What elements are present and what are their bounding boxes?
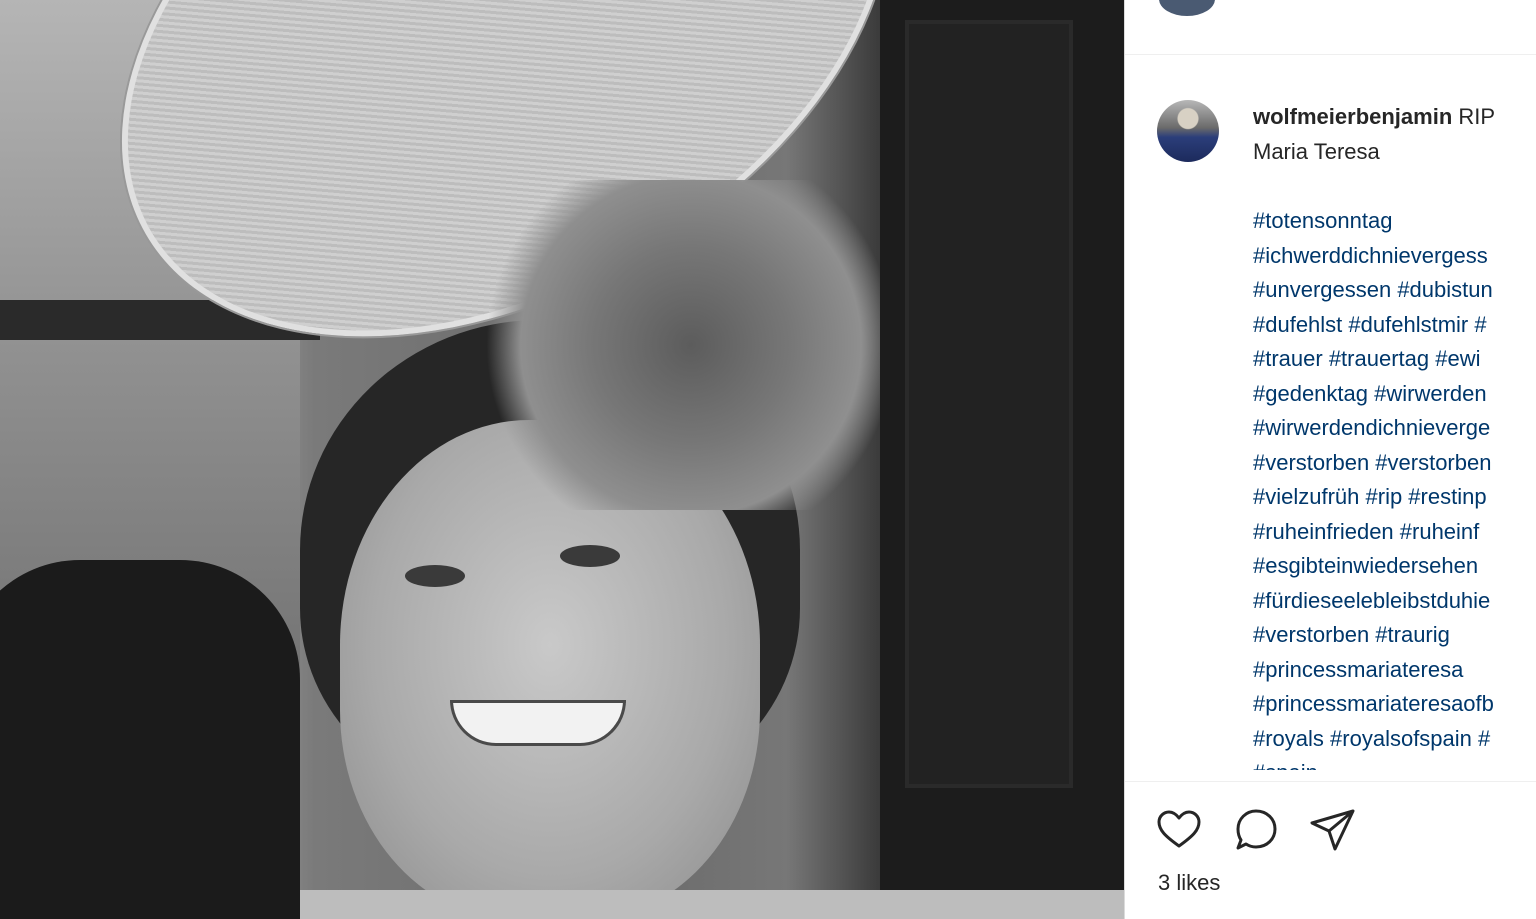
- post-photo[interactable]: [0, 0, 1124, 919]
- comment-icon: [1236, 809, 1277, 850]
- hashtag-line[interactable]: #verstorben #verstorben: [1253, 446, 1536, 481]
- caption-text-rip: RIP: [1458, 104, 1496, 129]
- hashtag-line[interactable]: #vielzufrüh #rip #restinp: [1253, 480, 1536, 515]
- share-button[interactable]: [1309, 806, 1357, 854]
- hashtag-line[interactable]: #fürdieseelebleibstduhie: [1253, 584, 1536, 619]
- post-header: [1125, 0, 1536, 55]
- header-avatar[interactable]: [1159, 0, 1215, 16]
- paper-plane-icon: [1310, 809, 1355, 851]
- hashtag-line[interactable]: #ruheinfrieden #ruheinf: [1253, 515, 1536, 550]
- heart-icon: [1157, 810, 1201, 848]
- hashtag-line[interactable]: #esgibteinwiedersehen: [1253, 549, 1536, 584]
- post-side-panel: wolfmeierbenjamin RIP Maria Teresa #tote…: [1124, 0, 1536, 919]
- hashtag-list: #totensonntag #ichwerddichnievergess #unve…: [1253, 204, 1536, 770]
- hashtag-line[interactable]: #spain: [1253, 756, 1536, 770]
- avatar[interactable]: [1157, 100, 1219, 162]
- smile: [450, 700, 626, 746]
- comment-button[interactable]: [1233, 806, 1281, 854]
- caption-text-name: Maria Teresa: [1253, 138, 1380, 164]
- divider: [1125, 781, 1536, 782]
- hashtag-line[interactable]: #wirwerdendichnieverge: [1253, 411, 1536, 446]
- left-eye: [405, 565, 465, 587]
- hashtag-line[interactable]: #verstorben #traurig: [1253, 618, 1536, 653]
- feather-flower: [460, 180, 880, 510]
- hashtag-line[interactable]: #ichwerddichnievergess: [1253, 239, 1536, 274]
- likes-count[interactable]: 3 likes: [1158, 870, 1220, 896]
- hashtag-line[interactable]: #trauer #trauertag #ewi: [1253, 342, 1536, 377]
- like-button[interactable]: [1155, 806, 1203, 854]
- hashtag-line[interactable]: #princessmariateresa: [1253, 653, 1536, 688]
- door-panel: [905, 20, 1073, 788]
- hashtag-line[interactable]: #totensonntag: [1253, 204, 1536, 239]
- steps: [300, 890, 1124, 919]
- hashtag-line[interactable]: #gedenktag #wirwerden: [1253, 377, 1536, 412]
- username-link[interactable]: wolfmeierbenjamin: [1253, 104, 1452, 129]
- caption: wolfmeierbenjamin RIP Maria Teresa: [1253, 100, 1536, 169]
- hashtag-line[interactable]: #dufehlst #dufehlstmir #: [1253, 308, 1536, 343]
- hashtag-line[interactable]: #royals #royalsofspain #: [1253, 722, 1536, 757]
- suit-figure: [0, 560, 300, 919]
- hashtag-line[interactable]: #unvergessen #dubistun: [1253, 273, 1536, 308]
- right-eye: [560, 545, 620, 567]
- hashtag-line[interactable]: #princessmariateresaofb: [1253, 687, 1536, 722]
